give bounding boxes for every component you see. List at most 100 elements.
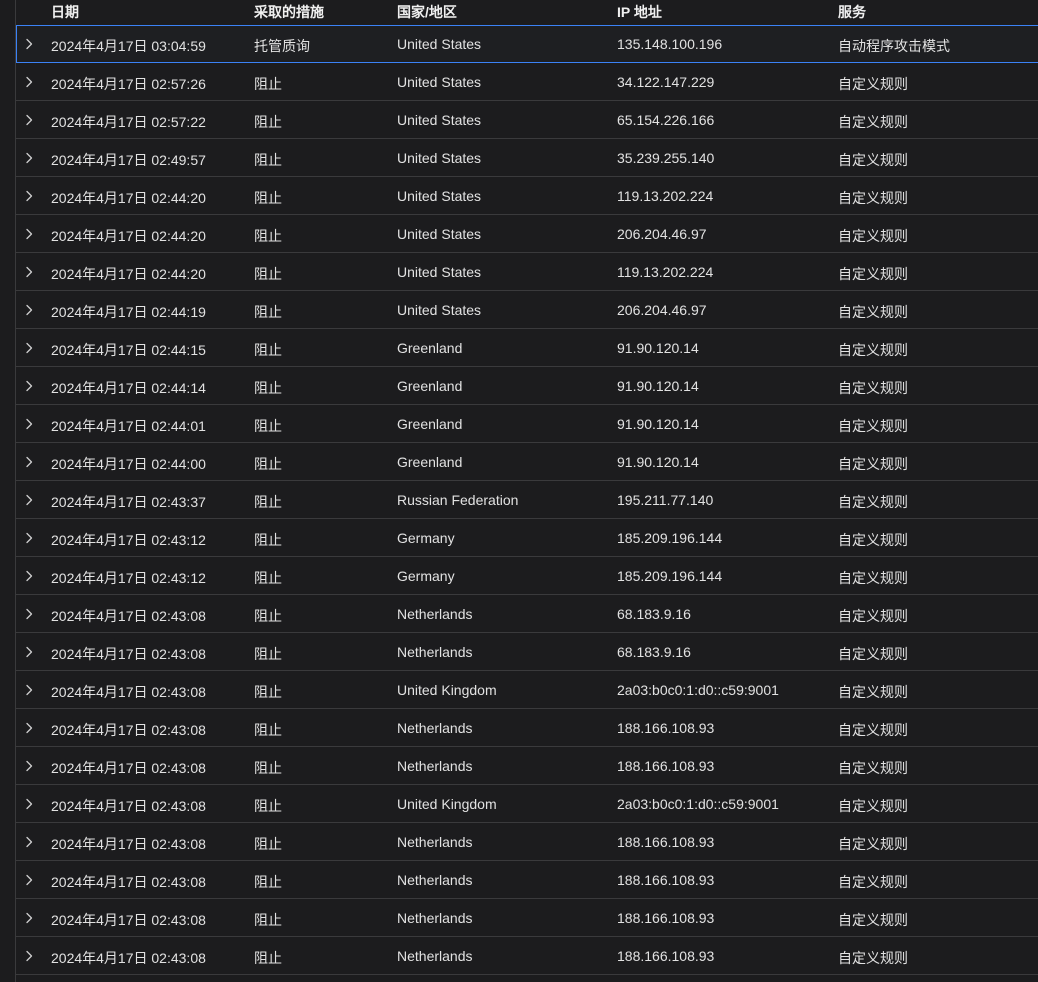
chevron-right-icon[interactable] bbox=[23, 873, 35, 886]
chevron-right-icon[interactable] bbox=[23, 949, 35, 962]
table-row[interactable]: 2024年4月17日 02:49:57 阻止 United States 35.239… bbox=[16, 139, 1038, 177]
chevron-right-icon[interactable] bbox=[23, 797, 35, 810]
table-row[interactable]: 2024年4月17日 02:44:19 阻止 United States 206.20… bbox=[16, 291, 1038, 329]
chevron-right-icon[interactable] bbox=[23, 645, 35, 658]
chevron-right-icon[interactable] bbox=[23, 379, 35, 392]
table-row[interactable]: 2024年4月17日 02:43:08 阻止 Netherlands 188.166.… bbox=[16, 709, 1038, 747]
cell-service: 自定义规则 bbox=[838, 798, 908, 814]
chevron-right-icon[interactable] bbox=[23, 341, 35, 354]
cell-date: 2024年4月17日 02:44:20 bbox=[51, 228, 206, 244]
table-row[interactable]: 2024年4月17日 02:44:01 阻止 Greenland 91.90.120.… bbox=[16, 405, 1038, 443]
table-row[interactable]: 2024年4月17日 02:43:08 阻止 Netherlands 188.166.… bbox=[16, 899, 1038, 937]
column-header-action[interactable]: 采取的措施 bbox=[254, 2, 324, 22]
table-row[interactable]: 2024年4月17日 02:57:22 阻止 United States 65.154… bbox=[16, 101, 1038, 139]
chevron-right-icon[interactable] bbox=[23, 113, 35, 126]
cell-service: 自定义规则 bbox=[838, 266, 908, 282]
chevron-right-icon[interactable] bbox=[23, 759, 35, 772]
table-row[interactable]: 2024年4月17日 02:43:08 阻止 Netherlands 188.166.… bbox=[16, 937, 1038, 975]
table-row[interactable]: 2024年4月17日 02:43:12 阻止 Germany 185.209.196.… bbox=[16, 519, 1038, 557]
cell-ip-address: 91.90.120.14 bbox=[617, 416, 699, 432]
cell-country: Netherlands bbox=[397, 758, 473, 774]
column-header-date[interactable]: 日期 bbox=[51, 2, 79, 22]
cell-service: 自动程序攻击模式 bbox=[838, 38, 950, 54]
table-row[interactable]: 2024年4月17日 02:43:08 阻止 Netherlands 188.166.… bbox=[16, 823, 1038, 861]
cell-action: 阻止 bbox=[254, 608, 282, 624]
cell-action: 阻止 bbox=[254, 912, 282, 928]
table-row[interactable]: 2024年4月17日 02:44:20 阻止 United States 119.13… bbox=[16, 253, 1038, 291]
cell-action: 阻止 bbox=[254, 684, 282, 700]
cell-service: 自定义规则 bbox=[838, 342, 908, 358]
cell-ip-address: 68.183.9.16 bbox=[617, 606, 691, 622]
cell-service: 自定义规则 bbox=[838, 646, 908, 662]
table-row[interactable]: 2024年4月17日 02:57:26 阻止 United States 34.122… bbox=[16, 63, 1038, 101]
chevron-right-icon[interactable] bbox=[23, 683, 35, 696]
chevron-right-icon[interactable] bbox=[23, 455, 35, 468]
cell-action: 阻止 bbox=[254, 190, 282, 206]
cell-ip-address: 2a03:b0c0:1:d0::c59:9001 bbox=[617, 796, 779, 812]
cell-country: United States bbox=[397, 112, 482, 128]
chevron-right-icon[interactable] bbox=[23, 493, 35, 506]
column-header-service[interactable]: 服务 bbox=[838, 2, 866, 22]
chevron-right-icon[interactable] bbox=[23, 189, 35, 202]
table-row[interactable]: 2024年4月17日 02:44:20 阻止 United States 119.13… bbox=[16, 177, 1038, 215]
chevron-right-icon[interactable] bbox=[23, 303, 35, 316]
cell-ip-address: 35.239.255.140 bbox=[617, 150, 715, 166]
cell-date: 2024年4月17日 02:57:22 bbox=[51, 114, 206, 130]
cell-country: Netherlands bbox=[397, 910, 473, 926]
cell-date: 2024年4月17日 02:44:15 bbox=[51, 342, 206, 358]
cell-date: 2024年4月17日 02:44:14 bbox=[51, 380, 206, 396]
table-row[interactable]: 2024年4月17日 02:44:20 阻止 United States 206.20… bbox=[16, 215, 1038, 253]
cell-date: 2024年4月17日 02:44:20 bbox=[51, 266, 206, 282]
cell-action: 阻止 bbox=[254, 570, 282, 586]
cell-date: 2024年4月17日 02:44:01 bbox=[51, 418, 206, 434]
cell-action: 阻止 bbox=[254, 266, 282, 282]
cell-country: United States bbox=[397, 302, 482, 318]
chevron-right-icon[interactable] bbox=[23, 835, 35, 848]
table-row[interactable]: 2024年4月17日 02:44:14 阻止 Greenland 91.90.120.… bbox=[16, 367, 1038, 405]
chevron-right-icon[interactable] bbox=[23, 569, 35, 582]
table-row[interactable]: 2024年4月17日 02:43:08 阻止 Netherlands 188.166.… bbox=[16, 861, 1038, 899]
cell-ip-address: 91.90.120.14 bbox=[617, 340, 699, 356]
chevron-right-icon[interactable] bbox=[23, 417, 35, 430]
chevron-right-icon[interactable] bbox=[23, 37, 35, 50]
table-row[interactable]: 2024年4月17日 02:44:15 阻止 Greenland 91.90.120.… bbox=[16, 329, 1038, 367]
chevron-right-icon[interactable] bbox=[23, 151, 35, 164]
chevron-right-icon[interactable] bbox=[23, 911, 35, 924]
cell-service: 自定义规则 bbox=[838, 760, 908, 776]
table-row[interactable]: 2024年4月17日 03:04:59 托管质询 United States 135.… bbox=[16, 25, 1038, 63]
chevron-right-icon[interactable] bbox=[23, 531, 35, 544]
cell-date: 2024年4月17日 02:44:20 bbox=[51, 190, 206, 206]
chevron-right-icon[interactable] bbox=[23, 227, 35, 240]
cell-country: Russian Federation bbox=[397, 492, 519, 508]
chevron-right-icon[interactable] bbox=[23, 265, 35, 278]
cell-ip-address: 2a03:b0c0:1:d0::c59:9001 bbox=[617, 682, 779, 698]
chevron-right-icon[interactable] bbox=[23, 75, 35, 88]
cell-service: 自定义规则 bbox=[838, 456, 908, 472]
table-row[interactable]: 2024年4月17日 02:43:12 阻止 Germany 185.209.196.… bbox=[16, 557, 1038, 595]
cell-service: 自定义规则 bbox=[838, 228, 908, 244]
cell-action: 阻止 bbox=[254, 950, 282, 966]
cell-country: United States bbox=[397, 74, 482, 90]
cell-date: 2024年4月17日 02:43:37 bbox=[51, 494, 206, 510]
chevron-right-icon[interactable] bbox=[23, 607, 35, 620]
chevron-right-icon[interactable] bbox=[23, 721, 35, 734]
cell-country: Netherlands bbox=[397, 948, 473, 964]
cell-action: 阻止 bbox=[254, 76, 282, 92]
cell-date: 2024年4月17日 02:43:08 bbox=[51, 646, 206, 662]
table-row[interactable]: 2024年4月17日 02:43:08 阻止 United Kingdom 2a03:… bbox=[16, 785, 1038, 823]
cell-country: Netherlands bbox=[397, 644, 473, 660]
cell-date: 2024年4月17日 02:43:08 bbox=[51, 760, 206, 776]
cell-service: 自定义规则 bbox=[838, 380, 908, 396]
column-header-country[interactable]: 国家/地区 bbox=[397, 2, 457, 22]
cell-ip-address: 188.166.108.93 bbox=[617, 872, 715, 888]
table-row[interactable]: 2024年4月17日 02:43:08 阻止 Netherlands 188.166.… bbox=[16, 747, 1038, 785]
table-row[interactable]: 2024年4月17日 02:43:08 阻止 Netherlands 68.183.9… bbox=[16, 633, 1038, 671]
column-header-ip[interactable]: IP 地址 bbox=[617, 2, 662, 22]
table-row[interactable]: 2024年4月17日 02:43:08 阻止 United Kingdom 2a03:… bbox=[16, 671, 1038, 709]
cell-date: 2024年4月17日 02:43:12 bbox=[51, 532, 206, 548]
cell-date: 2024年4月17日 02:43:08 bbox=[51, 836, 206, 852]
cell-country: United States bbox=[397, 36, 482, 52]
table-row[interactable]: 2024年4月17日 02:44:00 阻止 Greenland 91.90.120.… bbox=[16, 443, 1038, 481]
table-row[interactable]: 2024年4月17日 02:43:37 阻止 Russian Federation 1… bbox=[16, 481, 1038, 519]
table-row[interactable]: 2024年4月17日 02:43:08 阻止 Netherlands 68.183.9… bbox=[16, 595, 1038, 633]
